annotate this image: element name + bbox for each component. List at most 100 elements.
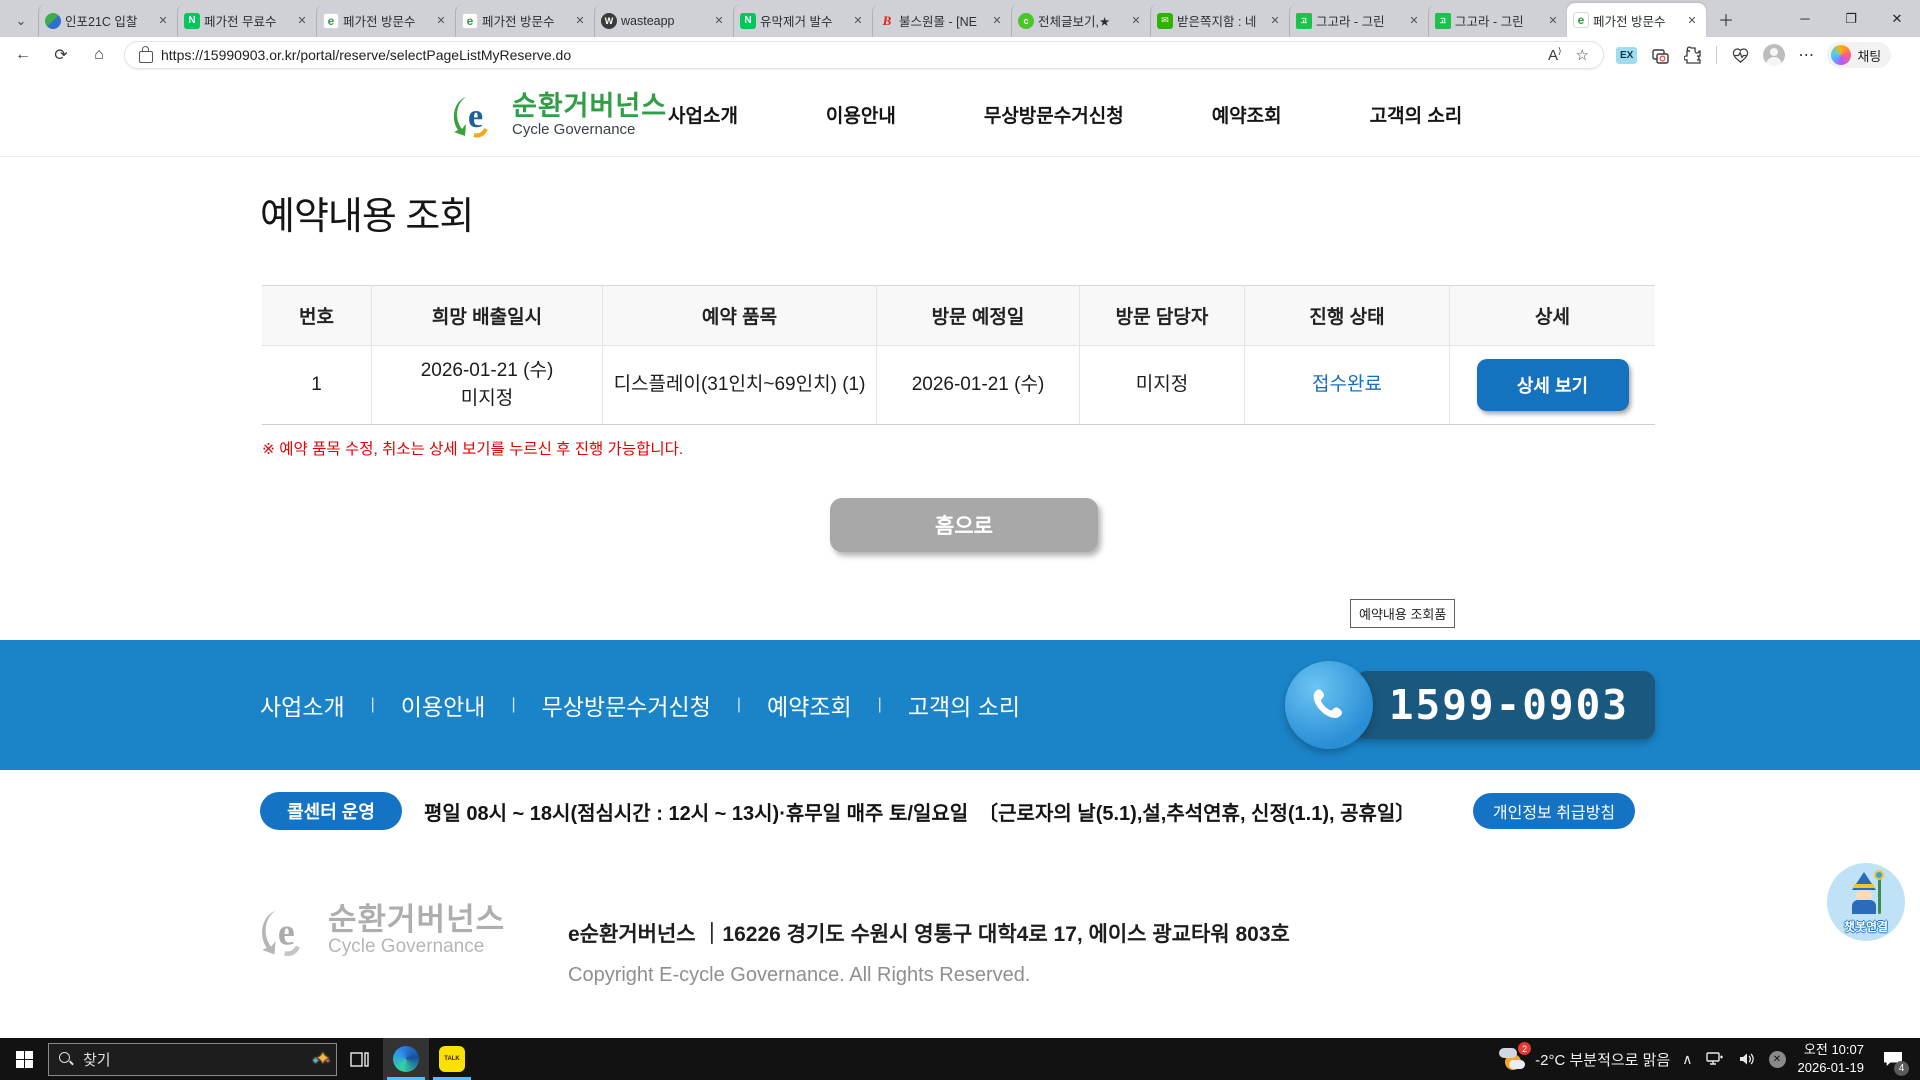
task-view-button[interactable]: [337, 1038, 383, 1080]
lock-icon[interactable]: [139, 51, 153, 63]
tooltip: 예약내용 조회품: [1350, 599, 1455, 628]
browser-tab[interactable]: 불스원몰 - [NE ✕: [872, 4, 1011, 37]
tab-title: 페가전 방문수: [1593, 11, 1680, 30]
tab-close-icon[interactable]: ✕: [1267, 13, 1283, 29]
copilot-label: 채팅: [1857, 46, 1881, 65]
chatbot-button[interactable]: 챗봇연결: [1827, 863, 1905, 941]
footer-blue-band: 사업소개|이용안내|무상방문수거신청|예약조회|고객의 소리 1599-0903: [0, 640, 1920, 770]
phone-number: 1599-0903: [1355, 671, 1655, 739]
col-header-item: 예약 품목: [603, 286, 877, 345]
main-nav-item[interactable]: 이용안내: [826, 101, 896, 128]
wizard-character-icon: [1846, 872, 1886, 916]
footer-nav-separator: |: [737, 696, 741, 714]
search-highlights-icon[interactable]: ✦✦•: [311, 1049, 326, 1069]
browser-tab[interactable]: 받은쪽지함 : 네 ✕: [1150, 4, 1289, 37]
hidden-icons-chevron[interactable]: ∧: [1682, 1051, 1692, 1068]
extensions-puzzle-icon[interactable]: [1683, 45, 1703, 65]
refresh-icon[interactable]: ⟳: [46, 40, 76, 70]
detail-view-button[interactable]: 상세 보기: [1477, 359, 1629, 411]
profile-avatar[interactable]: [1763, 44, 1785, 66]
browser-tab[interactable]: 그고라 - 그린 ✕: [1428, 4, 1567, 37]
copilot-chat-button[interactable]: 채팅: [1827, 42, 1891, 68]
footer-nav-item[interactable]: 사업소개: [260, 688, 345, 722]
tab-close-icon[interactable]: ✕: [294, 13, 310, 29]
cell-detail: 상세 보기: [1450, 346, 1655, 424]
footer-nav-item[interactable]: 무상방문수거신청: [542, 688, 711, 722]
main-nav-item[interactable]: 고객의 소리: [1370, 101, 1463, 128]
main-nav-item[interactable]: 예약조회: [1212, 101, 1282, 128]
notification-center-button[interactable]: 4: [1876, 1038, 1910, 1080]
tab-close-icon[interactable]: ✕: [155, 13, 171, 29]
weather-icon: 2: [1499, 1046, 1527, 1072]
copilot-icon: [1831, 45, 1851, 65]
status-link[interactable]: 접수완료: [1312, 371, 1382, 399]
volume-icon[interactable]: [1737, 1049, 1757, 1069]
browser-tab[interactable]: 페가전 무료수 ✕: [177, 4, 316, 37]
home-icon[interactable]: ⌂: [84, 40, 114, 70]
read-aloud-icon[interactable]: A⟩: [1548, 46, 1562, 64]
taskbar-clock[interactable]: 오전 10:07 2026-01-19: [1798, 1041, 1865, 1076]
back-icon[interactable]: ←: [8, 40, 38, 70]
home-button[interactable]: 홈으로: [830, 498, 1098, 552]
browser-tab[interactable]: 그고라 - 그린 ✕: [1289, 4, 1428, 37]
ecycle-logo-icon: e: [452, 89, 504, 141]
browser-tab[interactable]: 인포21C 입찰 ✕: [38, 4, 177, 37]
cell-item: 디스플레이(31인치~69인치) (1): [603, 346, 877, 424]
settings-more-icon[interactable]: ⋯: [1798, 45, 1814, 65]
main-nav: 사업소개 이용안내 무상방문수거신청 예약조회 고객의 소리: [668, 73, 1462, 156]
main-nav-item[interactable]: 무상방문수거신청: [984, 101, 1124, 128]
start-button[interactable]: [0, 1038, 48, 1080]
tray-app-icon[interactable]: ✕: [1769, 1051, 1786, 1068]
tab-close-icon[interactable]: ✕: [989, 13, 1005, 29]
call-center-bar: 콜센터 운영 평일 08시 ~ 18시(점심시간 : 12시 ~ 13시)·휴무…: [0, 770, 1920, 853]
browser-tab[interactable]: 페가전 방문수 ✕: [316, 4, 455, 37]
tab-close-icon[interactable]: ✕: [1545, 13, 1561, 29]
call-center-badge: 콜센터 운영: [260, 792, 402, 830]
cell-discharge: 2026-01-21 (수) 미지정: [372, 346, 603, 424]
browser-tab[interactable]: 페가전 방문수 ✕: [455, 4, 594, 37]
tab-close-icon[interactable]: ✕: [433, 13, 449, 29]
footer-nav-item[interactable]: 고객의 소리: [908, 688, 1020, 722]
browser-address-bar: ← ⟳ ⌂ https://15990903.or.kr/portal/rese…: [0, 37, 1920, 74]
weather-widget[interactable]: 2 -2°C 부분적으로 맑음: [1499, 1046, 1670, 1072]
table-row: 1 2026-01-21 (수) 미지정 디스플레이(31인치~69인치) (1…: [262, 346, 1655, 425]
privacy-policy-button[interactable]: 개인정보 취급방침: [1473, 793, 1635, 829]
main-nav-item[interactable]: 사업소개: [668, 101, 738, 128]
browser-tab[interactable]: 유막제거 발수 ✕: [733, 4, 872, 37]
minimize-button[interactable]: ─: [1782, 0, 1828, 37]
footer-nav-item[interactable]: 예약조회: [767, 688, 852, 722]
restore-button[interactable]: ❐: [1828, 0, 1874, 37]
new-tab-button[interactable]: ＋: [1712, 5, 1740, 33]
url-field[interactable]: https://15990903.or.kr/portal/reserve/se…: [124, 41, 1604, 69]
tab-favicon-icon: [462, 13, 478, 29]
cell-status: 접수완료: [1245, 346, 1450, 424]
browser-tab[interactable]: wasteapp ✕: [594, 4, 733, 37]
url-text[interactable]: https://15990903.or.kr/portal/reserve/se…: [161, 47, 1548, 63]
browser-essentials-icon[interactable]: [1730, 45, 1750, 65]
tab-title: 유막제거 발수: [760, 11, 846, 30]
favorite-star-icon[interactable]: ☆: [1576, 46, 1589, 64]
logo-sub-text: Cycle Governance: [512, 121, 667, 138]
site-logo[interactable]: e 순환거버넌스 Cycle Governance: [452, 89, 667, 141]
tab-close-icon[interactable]: ✕: [850, 13, 866, 29]
tab-close-icon[interactable]: ✕: [1684, 12, 1700, 28]
col-header-discharge: 희망 배출일시: [372, 286, 603, 345]
taskbar-search-box[interactable]: 찾기 ✦✦•: [48, 1043, 337, 1076]
extension-ex-badge[interactable]: EX: [1616, 47, 1637, 64]
tab-close-icon[interactable]: ✕: [1128, 13, 1144, 29]
discharge-time: 미지정: [461, 385, 513, 413]
screenshot-icon[interactable]: [1650, 45, 1670, 65]
tab-title: 그고라 - 그린: [1316, 11, 1402, 30]
footer-nav-item[interactable]: 이용안내: [401, 688, 486, 722]
browser-tab[interactable]: 페가전 방문수 ✕: [1567, 3, 1706, 37]
taskbar-edge-icon[interactable]: [383, 1038, 429, 1080]
browser-tab[interactable]: 전체글보기,★ ✕: [1011, 4, 1150, 37]
tab-close-icon[interactable]: ✕: [572, 13, 588, 29]
tab-close-icon[interactable]: ✕: [711, 13, 727, 29]
taskbar-kakaotalk-icon[interactable]: [429, 1038, 475, 1080]
tab-search-chevron-icon[interactable]: ⌄: [6, 6, 36, 35]
close-window-button[interactable]: ✕: [1874, 0, 1920, 37]
tab-close-icon[interactable]: ✕: [1406, 13, 1422, 29]
ecycle-footer-logo-icon: e: [260, 902, 318, 960]
network-icon[interactable]: [1705, 1049, 1725, 1069]
